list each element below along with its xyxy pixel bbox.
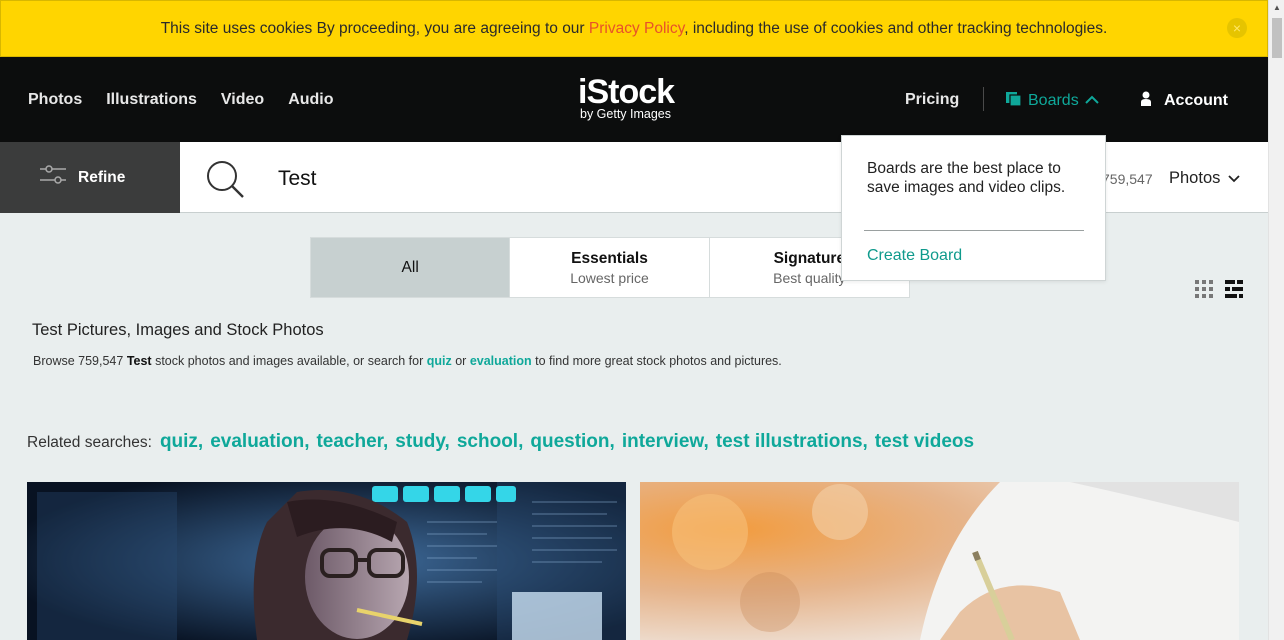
media-type-select[interactable]: Photos xyxy=(1169,169,1241,188)
nav-divider xyxy=(983,87,984,111)
mosaic-view-icon[interactable] xyxy=(1225,280,1243,303)
top-navigation: Photos Illustrations Video Audio iStock … xyxy=(0,57,1268,142)
nav-illustrations[interactable]: Illustrations xyxy=(106,91,197,109)
nav-photos[interactable]: Photos xyxy=(28,91,82,109)
search-input[interactable]: Test xyxy=(278,167,317,191)
search-icon[interactable] xyxy=(206,160,246,205)
related-evaluation[interactable]: evaluation, xyxy=(210,431,309,453)
result-image-student-exam[interactable] xyxy=(640,482,1239,640)
sliders-icon xyxy=(40,164,66,191)
istock-logo[interactable]: iStock by Getty Images xyxy=(578,73,675,121)
related-searches: Related searches: quiz, evaluation, teac… xyxy=(27,431,981,453)
related-quiz[interactable]: quiz, xyxy=(160,431,203,453)
refine-button[interactable]: Refine xyxy=(0,142,180,213)
related-teacher[interactable]: teacher, xyxy=(316,431,388,453)
browse-summary: Browse 759,547 Test stock photos and ima… xyxy=(33,354,782,368)
related-study[interactable]: study, xyxy=(395,431,450,453)
nav-pricing[interactable]: Pricing xyxy=(905,91,959,109)
result-count: 759,547 xyxy=(1102,171,1153,187)
boards-label: Boards xyxy=(1028,92,1079,109)
media-type-nav: Photos Illustrations Video Audio xyxy=(28,91,334,109)
license-tabs: All Essentials Lowest price Signature Be… xyxy=(310,237,910,298)
privacy-policy-link[interactable]: Privacy Policy xyxy=(589,20,684,37)
vertical-scrollbar[interactable]: ▲ xyxy=(1268,0,1284,640)
logo-sub: by Getty Images xyxy=(580,107,672,121)
nav-video[interactable]: Video xyxy=(221,91,264,109)
quiz-link[interactable]: quiz xyxy=(427,354,452,368)
related-school[interactable]: school, xyxy=(457,431,524,453)
scrollbar-thumb[interactable] xyxy=(1272,18,1282,58)
related-test-videos[interactable]: test videos xyxy=(875,431,974,453)
grid-view-icon[interactable] xyxy=(1195,280,1213,303)
close-icon[interactable]: × xyxy=(1227,18,1247,38)
user-icon xyxy=(1140,91,1152,111)
tab-all[interactable]: All xyxy=(311,238,511,297)
result-image-woman-screen[interactable] xyxy=(27,482,626,640)
boards-icon xyxy=(1006,91,1022,111)
tab-essentials[interactable]: Essentials Lowest price xyxy=(510,238,710,297)
scroll-up-arrow-icon[interactable]: ▲ xyxy=(1269,0,1284,16)
nav-account[interactable]: Account xyxy=(1140,91,1228,111)
chevron-down-icon xyxy=(1228,169,1241,188)
related-test-illustrations[interactable]: test illustrations, xyxy=(716,431,868,453)
evaluation-link[interactable]: evaluation xyxy=(470,354,532,368)
media-type-label: Photos xyxy=(1169,169,1221,187)
account-label: Account xyxy=(1164,92,1228,109)
create-board-link[interactable]: Create Board xyxy=(867,247,962,265)
related-interview[interactable]: interview, xyxy=(622,431,709,453)
refine-label: Refine xyxy=(78,168,126,186)
boards-dropdown: Boards are the best place to save images… xyxy=(841,135,1106,281)
boards-divider xyxy=(864,230,1084,231)
nav-audio[interactable]: Audio xyxy=(288,91,333,109)
boards-message: Boards are the best place to save images… xyxy=(867,160,1066,196)
chevron-up-icon xyxy=(1084,92,1099,110)
nav-boards[interactable]: Boards xyxy=(1006,91,1099,111)
related-question[interactable]: question, xyxy=(530,431,614,453)
cookie-text: This site uses cookies By proceeding, yo… xyxy=(160,19,1108,37)
page-title: Test Pictures, Images and Stock Photos xyxy=(32,321,324,339)
related-label: Related searches: xyxy=(27,434,152,451)
logo-main: iStock xyxy=(578,73,675,111)
cookie-banner: This site uses cookies By proceeding, yo… xyxy=(0,0,1268,57)
